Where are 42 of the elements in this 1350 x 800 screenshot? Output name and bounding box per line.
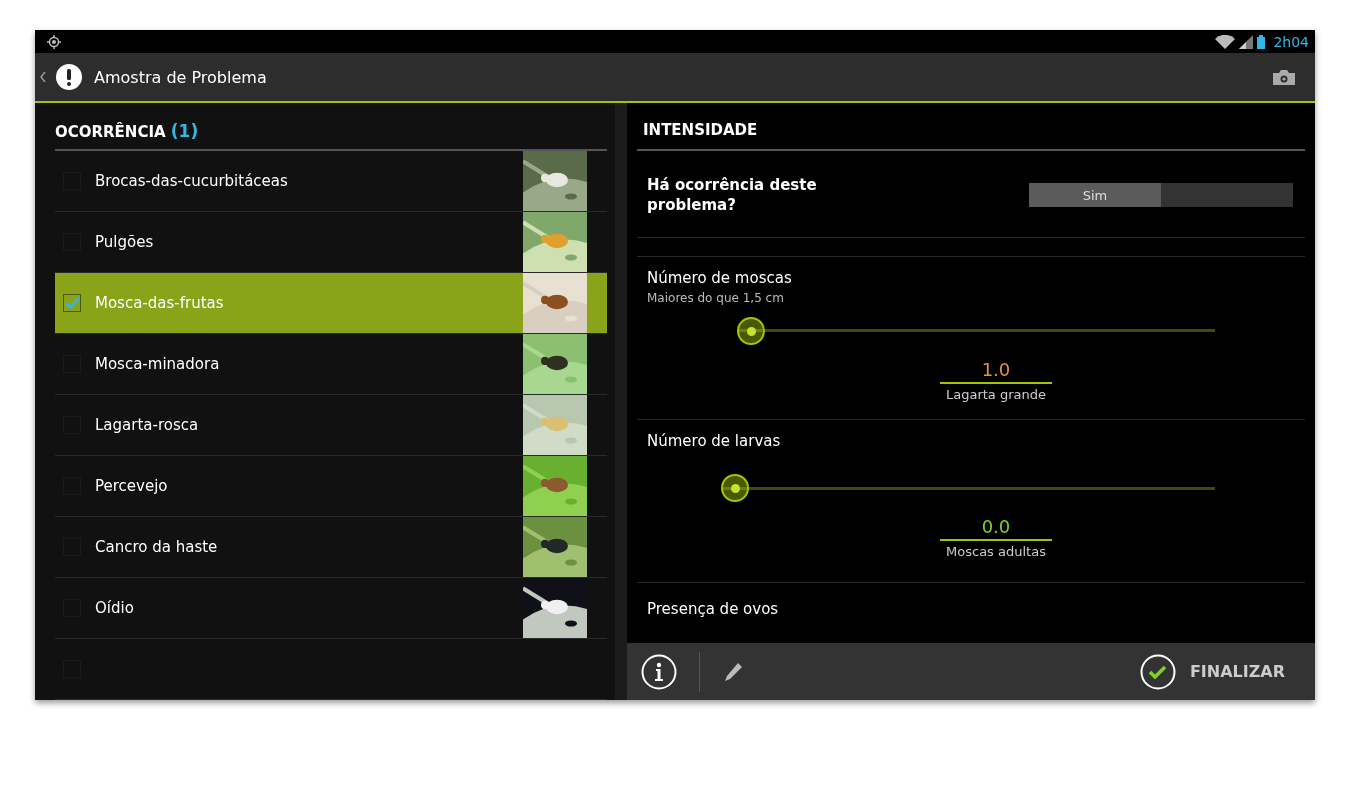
- item-label: Oídio: [95, 599, 134, 617]
- signal-icon: [1239, 34, 1254, 49]
- field-label: Presença de ovos: [647, 600, 779, 618]
- check-icon: [1139, 653, 1176, 690]
- slider-handle[interactable]: [721, 474, 749, 502]
- battery-icon: [1257, 34, 1266, 49]
- value-field[interactable]: 1.0: [940, 359, 1052, 384]
- slider-hint: Maiores do que 1,5 cm: [647, 291, 785, 305]
- value-field[interactable]: 0.0: [940, 516, 1052, 541]
- toggle-option[interactable]: Sim: [1029, 183, 1161, 207]
- camera-icon[interactable]: [1273, 69, 1295, 85]
- list-item[interactable]: Brocas-das-cucurbitáceas: [55, 151, 607, 212]
- item-label: Cancro da haste: [95, 538, 218, 556]
- checkbox[interactable]: [63, 294, 81, 312]
- item-label: Lagarta-rosca: [95, 416, 199, 434]
- slider-label: Número de moscas: [647, 269, 793, 287]
- pen-icon[interactable]: [722, 660, 744, 683]
- section-title: OCORRÊNCIA (1): [55, 121, 199, 141]
- finish-button[interactable]: FINALIZAR: [1139, 653, 1285, 690]
- list-item[interactable]: Cancro da haste: [55, 517, 607, 578]
- slider-handle[interactable]: [737, 317, 765, 345]
- wifi-icon: [1215, 34, 1236, 49]
- item-label: Mosca-das-frutas: [95, 294, 224, 312]
- alert-icon: [56, 64, 82, 90]
- clock: 2h04: [1273, 33, 1309, 50]
- value-caption: Moscas adultas: [946, 544, 1046, 559]
- item-label: Pulgões: [95, 233, 154, 251]
- slider-label: Número de larvas: [647, 432, 782, 450]
- info-icon[interactable]: [641, 653, 677, 690]
- item-label: Brocas-das-cucurbitáceas: [95, 172, 288, 190]
- list-item[interactable]: Percevejo: [55, 456, 607, 517]
- value-caption: Lagarta grande: [946, 387, 1046, 402]
- item-label: Mosca-minadora: [95, 355, 220, 373]
- item-label: Percevejo: [95, 477, 168, 495]
- back-icon[interactable]: [40, 72, 46, 82]
- list-item[interactable]: Oídio: [55, 578, 607, 639]
- list-item[interactable]: Lagarta-rosca: [55, 395, 607, 456]
- screen-title: Amostra de Problema: [94, 67, 267, 87]
- list-item[interactable]: Mosca-minadora: [55, 334, 607, 395]
- location-icon: [47, 34, 61, 49]
- section-title: INTENSIDADE: [643, 121, 758, 139]
- question-label: Há ocorrência deste problema?: [647, 175, 817, 215]
